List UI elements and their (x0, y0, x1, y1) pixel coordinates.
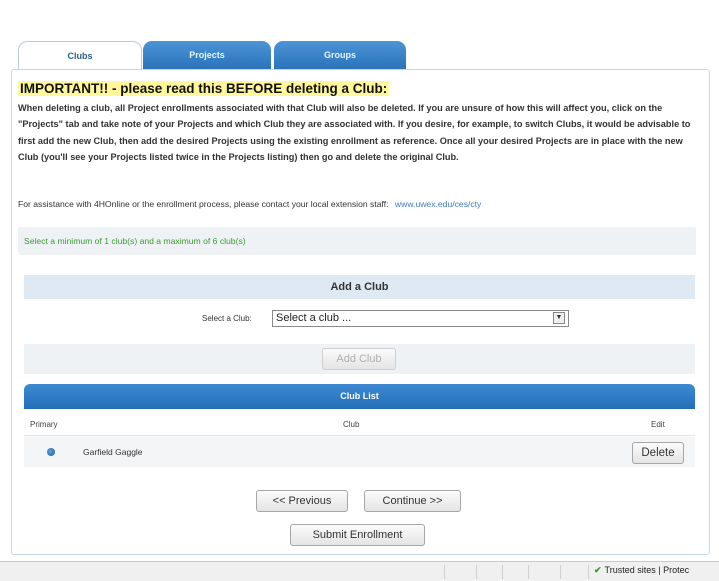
primary-radio[interactable] (47, 448, 55, 456)
column-primary: Primary (30, 420, 58, 429)
status-divider (444, 565, 445, 579)
previous-button[interactable]: << Previous (256, 490, 348, 512)
status-divider (560, 565, 561, 579)
club-select-value: Select a club ... (276, 312, 352, 324)
column-edit: Edit (651, 420, 665, 429)
checkmark-icon: ✔ (594, 565, 602, 575)
status-divider (588, 565, 589, 579)
tab-projects-label: Projects (189, 50, 225, 60)
assistance-line: For assistance with 4HOnline or the enro… (18, 199, 700, 209)
club-list-heading: Club List (24, 384, 695, 409)
delete-button[interactable]: Delete (632, 442, 684, 464)
status-divider (476, 565, 477, 579)
club-select[interactable]: Select a club ... ▼ (272, 310, 569, 327)
club-select-label: Select a Club: (202, 314, 252, 323)
add-club-button[interactable]: Add Club (322, 348, 396, 370)
security-zone-label: Trusted sites | Protec (604, 565, 690, 575)
extension-link[interactable]: www.uwex.edu/ces/cty (395, 199, 481, 209)
tab-groups[interactable]: Groups (274, 41, 406, 70)
status-bar: ✔ Trusted sites | Protec (0, 561, 719, 581)
tab-clubs[interactable]: Clubs (18, 41, 142, 71)
add-club-bar: Add Club (24, 344, 695, 374)
notice-text: When deleting a club, all Project enroll… (18, 103, 691, 163)
security-zone[interactable]: ✔ Trusted sites | Protec (594, 565, 689, 576)
important-heading: IMPORTANT!! - please read this BEFORE de… (18, 81, 390, 96)
dropdown-arrow-icon[interactable]: ▼ (553, 312, 565, 324)
assistance-text: For assistance with 4HOnline or the enro… (18, 199, 389, 209)
club-limit-message: Select a minimum of 1 club(s) and a maxi… (18, 227, 696, 255)
submit-enrollment-button[interactable]: Submit Enrollment (290, 524, 425, 546)
status-divider (502, 565, 503, 579)
table-row: Garfield Gaggle Delete (24, 437, 695, 467)
club-name: Garfield Gaggle (83, 447, 143, 457)
club-list-columns: Primary Club Edit (24, 415, 695, 436)
tab-clubs-label: Clubs (67, 51, 93, 61)
tab-projects[interactable]: Projects (143, 41, 271, 70)
add-club-heading: Add a Club (24, 275, 695, 299)
tab-groups-label: Groups (323, 50, 356, 60)
status-divider (528, 565, 529, 579)
club-select-row: Select a Club: Select a club ... ▼ (24, 309, 695, 329)
column-club: Club (343, 420, 360, 429)
continue-button[interactable]: Continue >> (364, 490, 461, 512)
